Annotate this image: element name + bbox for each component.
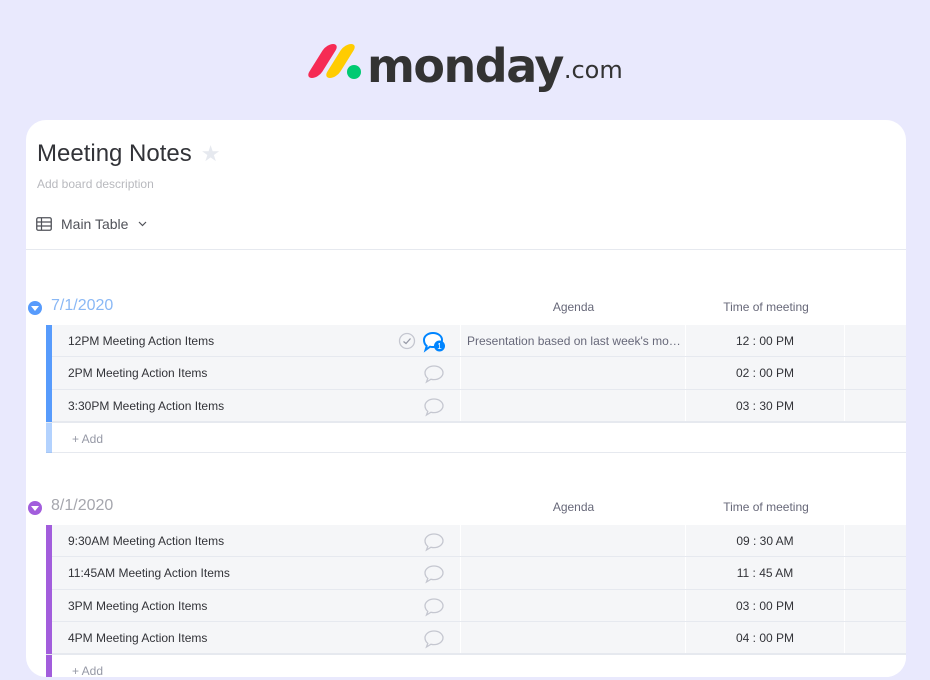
item-name[interactable]: 4PM Meeting Action Items — [68, 631, 207, 645]
time-cell[interactable]: 03 : 00 PM — [685, 589, 845, 621]
tab-main-table[interactable]: Main Table — [36, 216, 147, 232]
time-cell[interactable]: 11 : 45 AM — [685, 557, 845, 589]
table-row[interactable]: 11:45AM Meeting Action Items 11 : 45 AM — [46, 557, 906, 590]
table-icon — [36, 217, 52, 231]
agenda-text: Presentation based on last week's mont..… — [467, 334, 682, 348]
time-text: 03 : 30 PM — [735, 398, 795, 413]
time-cell[interactable]: 09 : 30 AM — [685, 525, 845, 557]
page-background: monday .com Meeting Notes ★ Add board de… — [0, 0, 930, 680]
time-cell[interactable]: 03 : 30 PM — [685, 389, 845, 421]
collapse-group-icon[interactable] — [28, 501, 42, 515]
item-name[interactable]: 3:30PM Meeting Action Items — [68, 399, 224, 413]
add-item-row[interactable]: + Add — [46, 421, 906, 453]
table-row[interactable]: 2PM Meeting Action Items 02 : 00 PM — [46, 357, 906, 390]
time-cell[interactable]: 04 : 00 PM — [685, 621, 845, 654]
group-color-bar — [46, 655, 52, 677]
board-title: Meeting Notes ★ — [37, 140, 220, 168]
monday-logo: monday .com — [305, 40, 623, 92]
item-icons — [398, 361, 458, 385]
group-2: 8/1/2020 Agenda Time of meeting 9:30AM M… — [26, 495, 906, 677]
board-card: Meeting Notes ★ Add board description Ma… — [26, 120, 906, 677]
table-row[interactable]: 3:30PM Meeting Action Items 03 : 30 PM — [46, 389, 906, 422]
comment-updates-icon[interactable]: 1 — [422, 331, 446, 353]
group-title[interactable]: 8/1/2020 — [51, 497, 113, 515]
monday-logo-icon — [305, 44, 361, 80]
agenda-cell[interactable] — [460, 389, 685, 421]
item-icons — [398, 626, 458, 650]
item-name[interactable]: 11:45AM Meeting Action Items — [68, 566, 230, 580]
item-name[interactable]: 12PM Meeting Action Items — [68, 334, 214, 348]
table-row[interactable]: 12PM Meeting Action Items 1 Presentation… — [46, 325, 906, 358]
time-text: 09 : 30 AM — [736, 534, 794, 548]
group-color-bar — [46, 357, 52, 390]
add-item-button[interactable]: + Add — [72, 664, 103, 677]
group-color-bar — [46, 525, 52, 558]
item-name[interactable]: 3PM Meeting Action Items — [68, 599, 207, 613]
group-color-bar — [46, 589, 52, 622]
column-header-time[interactable]: Time of meeting — [686, 500, 846, 514]
comment-icon[interactable] — [422, 531, 446, 553]
group-header: 8/1/2020 Agenda Time of meeting — [26, 495, 906, 525]
tab-main-table-label: Main Table — [61, 216, 129, 232]
group-header: 7/1/2020 Agenda Time of meeting — [26, 295, 906, 325]
table-row[interactable]: 3PM Meeting Action Items 03 : 00 PM — [46, 589, 906, 622]
group-color-bar — [46, 557, 52, 590]
time-text: 04 : 00 PM — [735, 630, 795, 645]
logo-suffix: .com — [563, 56, 623, 84]
svg-text:1: 1 — [437, 342, 442, 351]
column-header-time[interactable]: Time of meeting — [686, 300, 846, 314]
comment-icon[interactable] — [422, 396, 446, 418]
group-color-bar — [46, 325, 52, 358]
item-name[interactable]: 9:30AM Meeting Action Items — [68, 534, 224, 548]
item-name[interactable]: 2PM Meeting Action Items — [68, 366, 207, 380]
chevron-down-icon[interactable] — [138, 221, 147, 227]
item-icons — [398, 561, 458, 585]
agenda-cell[interactable] — [460, 357, 685, 389]
table-row[interactable]: 9:30AM Meeting Action Items 09 : 30 AM — [46, 525, 906, 558]
group-1: 7/1/2020 Agenda Time of meeting 12PM Mee… — [26, 295, 906, 453]
logo-wordmark: monday — [367, 39, 564, 93]
header-divider — [26, 249, 906, 250]
table-row[interactable]: 4PM Meeting Action Items 04 : 00 PM — [46, 621, 906, 655]
time-cell[interactable]: 12 : 00 PM — [685, 325, 845, 357]
collapse-group-icon[interactable] — [28, 301, 42, 315]
agenda-cell[interactable]: Presentation based on last week's mont..… — [460, 325, 685, 357]
comment-icon[interactable] — [422, 363, 446, 385]
comment-icon[interactable] — [422, 563, 446, 585]
item-icons — [398, 529, 458, 553]
item-icons: 1 — [398, 329, 458, 353]
group-rows: 9:30AM Meeting Action Items 09 : 30 AM 1… — [46, 525, 906, 677]
group-title[interactable]: 7/1/2020 — [51, 297, 113, 315]
time-text: 12 : 00 PM — [735, 334, 795, 348]
item-icons — [398, 594, 458, 618]
time-text: 02 : 00 PM — [735, 366, 795, 381]
time-text: 03 : 00 PM — [735, 598, 795, 613]
group-color-bar — [46, 621, 52, 655]
board-description-field[interactable]: Add board description — [37, 177, 154, 191]
board-title-text[interactable]: Meeting Notes — [37, 140, 192, 168]
agenda-cell[interactable] — [460, 525, 685, 557]
group-rows: 12PM Meeting Action Items 1 Presentation… — [46, 325, 906, 453]
agenda-cell[interactable] — [460, 621, 685, 654]
agenda-cell[interactable] — [460, 557, 685, 589]
agenda-cell[interactable] — [460, 589, 685, 621]
time-cell[interactable]: 02 : 00 PM — [685, 357, 845, 389]
group-color-bar — [46, 422, 52, 453]
add-item-row[interactable]: + Add — [46, 654, 906, 677]
check-circle-icon[interactable] — [398, 332, 416, 350]
column-header-agenda[interactable]: Agenda — [461, 300, 686, 314]
comment-icon[interactable] — [422, 628, 446, 650]
time-text: 11 : 45 AM — [736, 566, 794, 581]
item-icons — [398, 394, 458, 418]
star-icon[interactable]: ★ — [201, 141, 221, 167]
group-color-bar — [46, 389, 52, 422]
comment-icon[interactable] — [422, 596, 446, 618]
column-header-agenda[interactable]: Agenda — [461, 500, 686, 514]
add-item-button[interactable]: + Add — [72, 432, 103, 446]
